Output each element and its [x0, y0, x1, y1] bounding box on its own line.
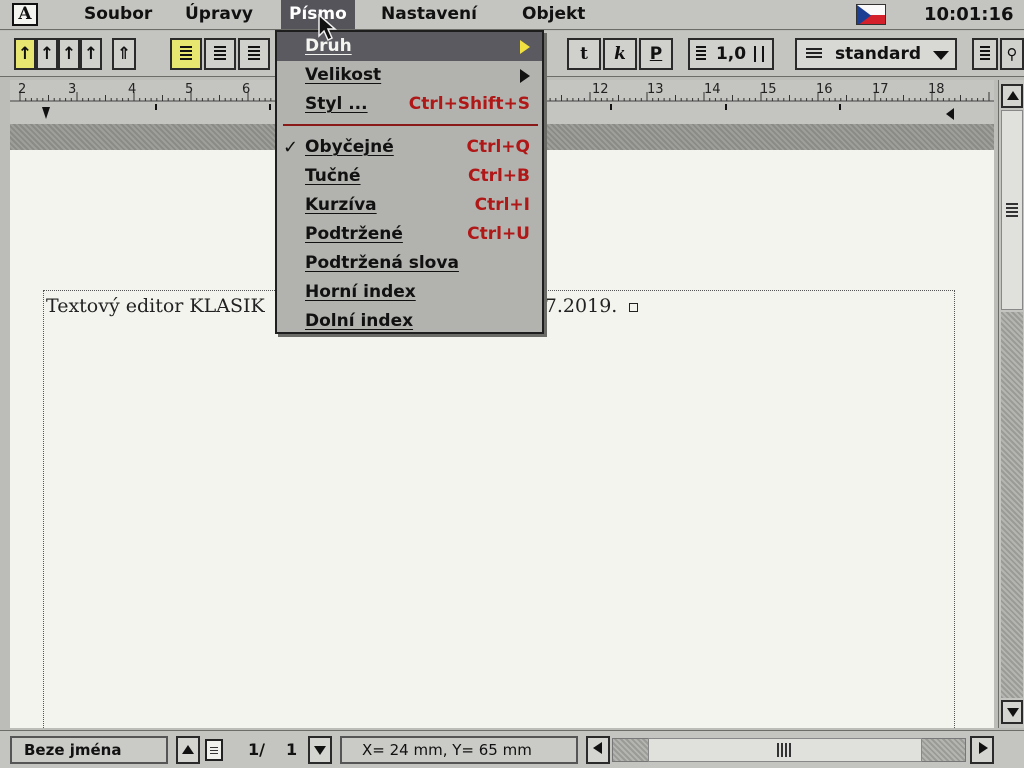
menu-item-obycejne[interactable]: ✓ Obyčejné Ctrl+Q [277, 133, 542, 162]
ruler-number: 18 [928, 82, 945, 97]
menu-item-velikost[interactable]: Velikost [277, 61, 542, 90]
menu-item-podtrzene[interactable]: Podtržené Ctrl+U [277, 220, 542, 249]
menu-item-druh[interactable]: Druh [277, 32, 542, 61]
line-spacing-stepper-icon[interactable] [754, 46, 764, 62]
app-logo-icon[interactable]: A [12, 3, 38, 26]
ruler-number: 3 [68, 82, 77, 97]
tab-decimal-icon[interactable]: ↑ [80, 38, 102, 70]
ruler-number: 12 [592, 82, 609, 97]
page-total: 1 [286, 740, 298, 759]
align-center-button[interactable] [204, 38, 236, 70]
page-current: 1/ [248, 740, 265, 759]
tab-right-icon[interactable]: ↑ [58, 38, 80, 70]
right-margin-marker [946, 108, 954, 120]
menu-item-tucne[interactable]: Tučné Ctrl+B [277, 162, 542, 191]
paragraph-mark-icon [629, 302, 639, 312]
text-frame [43, 290, 955, 728]
next-page-button[interactable] [308, 736, 332, 764]
ruler-number: 17 [872, 82, 889, 97]
ruler-number: 4 [128, 82, 137, 97]
left-margin-marker [42, 107, 50, 119]
menu-soubor[interactable]: Soubor [76, 0, 160, 29]
menu-item-styl[interactable]: Styl ... Ctrl+Shift+S [277, 90, 542, 119]
line-spacing-icon [696, 46, 706, 62]
vertical-scrollbar[interactable] [998, 80, 1024, 728]
underline-button[interactable]: P [639, 38, 673, 70]
paragraph-style-icon [806, 48, 822, 60]
paragraph-style-value: standard [835, 44, 922, 64]
tab-left-icon[interactable]: ↑ [14, 38, 36, 70]
tab-center-icon[interactable]: ↑ [36, 38, 58, 70]
scroll-down-button[interactable] [1001, 700, 1023, 724]
line-spacing-control[interactable]: 1,0 [688, 38, 774, 70]
scroll-right-button[interactable] [970, 736, 994, 764]
page-icon [205, 739, 223, 761]
filename-field: Beze jména [10, 736, 168, 764]
status-bar: Beze jména 1/ 1 X= 24 mm, Y= 65 mm [0, 730, 1024, 768]
chevron-down-icon[interactable] [933, 51, 949, 60]
ruler-number: 6 [242, 82, 251, 97]
ruler-number: 2 [18, 82, 27, 97]
scroll-left-button[interactable] [586, 736, 610, 764]
menu-item-horni-index[interactable]: Horní index [277, 278, 542, 307]
line-spacing-value: 1,0 [715, 44, 747, 64]
horizontal-scroll-thumb[interactable] [648, 738, 922, 762]
document-text-left: Textový editor KLASIK [46, 295, 265, 317]
vertical-scroll-thumb[interactable] [1001, 110, 1023, 310]
scroll-up-button[interactable] [1001, 84, 1023, 108]
align-right-button[interactable] [238, 38, 270, 70]
ruler-number: 5 [185, 82, 194, 97]
italic-button[interactable]: k [603, 38, 637, 70]
cursor-position: X= 24 mm, Y= 65 mm [340, 736, 578, 764]
menu-item-podtrzena-slova[interactable]: Podtržená slova [277, 249, 542, 278]
menu-nastaveni[interactable]: Nastavení [373, 0, 485, 29]
align-left-button[interactable] [170, 38, 202, 70]
paragraph-style-select[interactable]: standard [795, 38, 957, 70]
document-text-right: .7.2019. [538, 295, 618, 317]
page-view-button[interactable] [972, 38, 998, 70]
ruler-number: 16 [816, 82, 833, 97]
vertical-scroll-track[interactable] [1001, 312, 1023, 698]
submenu-arrow-icon [520, 40, 530, 54]
ruler-number: 15 [760, 82, 777, 97]
clock: 10:01:16 [924, 4, 1014, 25]
menu-item-dolni-index[interactable]: Dolní index [277, 307, 542, 336]
ruler-number: 13 [647, 82, 664, 97]
czech-flag-icon[interactable] [856, 4, 886, 25]
tab-clear-icon[interactable]: ⇑ [112, 38, 136, 70]
bold-button[interactable]: t [567, 38, 601, 70]
menu-bar: A Soubor Úpravy Písmo Nastavení Objekt 1… [0, 0, 1024, 30]
zoom-icon[interactable]: ⚲ [1000, 38, 1024, 70]
menu-upravy[interactable]: Úpravy [177, 0, 261, 29]
menu-item-kurziva[interactable]: Kurzíva Ctrl+I [277, 191, 542, 220]
menu-objekt[interactable]: Objekt [514, 0, 593, 29]
check-mark-icon: ✓ [283, 137, 299, 158]
pismo-dropdown-menu: Druh Velikost Styl ... Ctrl+Shift+S ✓ Oby… [275, 30, 544, 334]
previous-page-button[interactable] [176, 736, 200, 764]
mouse-pointer-icon [318, 14, 337, 42]
submenu-arrow-icon [520, 69, 530, 83]
menu-separator [283, 124, 538, 126]
ruler-number: 14 [704, 82, 721, 97]
